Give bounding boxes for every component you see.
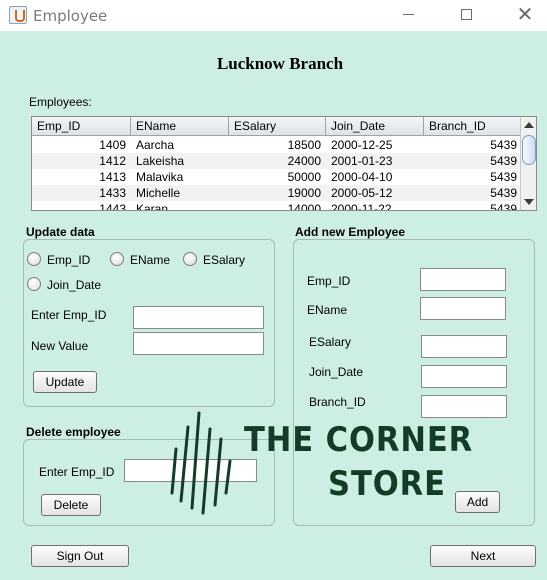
table-row[interactable]: 1409 Aarcha 18500 2000-12-25 5439 [32, 137, 522, 153]
add-branch-id-field[interactable] [421, 395, 507, 418]
cell-branch-id: 5439 [490, 202, 517, 211]
employee-window: Employee ✕ Lucknow Branch Employees: Emp… [0, 0, 547, 580]
table-scrollbar[interactable] [520, 117, 536, 210]
add-esalary-field[interactable] [421, 335, 507, 358]
cell-branch-id: 5439 [490, 138, 517, 152]
radio-join-date-label[interactable]: Join_Date [47, 278, 101, 292]
scroll-up-icon[interactable] [524, 122, 534, 128]
radio-emp-id-label[interactable]: Emp_ID [47, 253, 90, 267]
delete-button[interactable]: Delete [41, 494, 101, 516]
new-value-field[interactable] [133, 332, 264, 355]
table-row[interactable]: 1433 Michelle 19000 2000-05-12 5439 [32, 185, 522, 201]
next-button[interactable]: Next [430, 545, 536, 567]
column-header[interactable]: EName [131, 117, 229, 136]
cell-join-date: 2000-04-10 [331, 170, 393, 184]
add-esalary-label: ESalary [309, 335, 352, 349]
cell-ename: Lakeisha [136, 154, 185, 168]
cell-ename: Michelle [136, 186, 181, 200]
add-branch-id-label: Branch_ID [309, 395, 366, 409]
radio-esalary[interactable] [183, 252, 197, 266]
table-body: 1409 Aarcha 18500 2000-12-25 5439 1412 L… [32, 137, 522, 211]
column-header[interactable]: Emp_ID [32, 117, 131, 136]
employees-label: Employees: [29, 95, 92, 109]
new-value-label: New Value [31, 339, 89, 353]
cell-ename: Karan [136, 202, 169, 211]
watermark-line1: THE CORNER [244, 420, 474, 460]
delete-emp-id-label: Enter Emp_ID [39, 465, 115, 479]
cell-branch-id: 5439 [490, 186, 517, 200]
window-title: Employee [33, 7, 108, 25]
cell-emp-id: 1412 [99, 154, 126, 168]
cell-emp-id: 1413 [99, 170, 126, 184]
cell-join-date: 2000-11-22 [331, 202, 392, 211]
minimize-icon[interactable] [396, 4, 420, 26]
java-app-icon [9, 6, 27, 24]
cell-join-date: 2000-05-12 [331, 186, 393, 200]
update-emp-id-field[interactable] [133, 306, 264, 329]
table-row[interactable]: 1413 Malavika 50000 2000-04-10 5439 [32, 169, 522, 185]
table-header: Emp_ID EName ESalary Join_Date Branch_ID [32, 117, 522, 136]
cell-emp-id: 1409 [99, 138, 126, 152]
radio-esalary-label[interactable]: ESalary [203, 253, 245, 267]
add-emp-id-field[interactable] [420, 268, 506, 291]
main-panel: Lucknow Branch Employees: Emp_ID EName E… [0, 31, 547, 580]
cell-emp-id: 1433 [99, 186, 126, 200]
cell-esalary: 24000 [287, 154, 321, 168]
radio-ename-label[interactable]: EName [130, 253, 170, 267]
cell-esalary: 19000 [287, 186, 321, 200]
title-bar: Employee ✕ [0, 0, 547, 31]
cell-branch-id: 5439 [490, 170, 517, 184]
scroll-thumb[interactable] [522, 135, 536, 165]
cell-esalary: 50000 [287, 170, 321, 184]
cell-join-date: 2000-12-25 [331, 138, 393, 152]
cell-join-date: 2001-01-23 [331, 154, 393, 168]
add-join-date-label: Join_Date [309, 365, 364, 379]
cell-branch-id: 5439 [490, 154, 517, 168]
cell-ename: Malavika [136, 170, 184, 184]
delete-section-title: Delete employee [26, 425, 121, 439]
watermark-logo-icon [170, 411, 232, 515]
update-emp-id-label: Enter Emp_ID [31, 308, 107, 322]
sign-out-button[interactable]: Sign Out [31, 545, 129, 567]
radio-join-date[interactable] [27, 277, 41, 291]
add-join-date-field[interactable] [421, 365, 507, 388]
add-emp-id-label: Emp_ID [307, 274, 351, 288]
add-ename-field[interactable] [420, 297, 506, 320]
radio-emp-id[interactable] [27, 252, 41, 266]
cell-emp-id: 1443 [99, 202, 126, 211]
update-button[interactable]: Update [33, 371, 97, 393]
scroll-down-icon[interactable] [524, 199, 534, 205]
employees-table[interactable]: Emp_ID EName ESalary Join_Date Branch_ID… [31, 116, 537, 211]
table-row[interactable]: 1443 Karan 14000 2000-11-22 5439 [32, 201, 522, 211]
add-ename-label: EName [307, 303, 348, 317]
cell-ename: Aarcha [136, 138, 175, 152]
branch-heading: Lucknow Branch [216, 54, 344, 73]
cell-esalary: 18500 [287, 138, 321, 152]
close-icon[interactable]: ✕ [513, 4, 537, 26]
maximize-icon[interactable] [454, 4, 478, 26]
watermark-line2: STORE [328, 464, 446, 504]
update-section-title: Update data [26, 225, 95, 239]
cell-esalary: 14000 [287, 202, 321, 211]
table-row[interactable]: 1412 Lakeisha 24000 2001-01-23 5439 [32, 153, 522, 169]
radio-ename[interactable] [110, 252, 124, 266]
column-header[interactable]: Branch_ID [424, 117, 522, 136]
add-button[interactable]: Add [455, 491, 500, 513]
add-section-title: Add new Employee [295, 225, 406, 239]
column-header[interactable]: Join_Date [326, 117, 424, 136]
column-header[interactable]: ESalary [229, 117, 326, 136]
